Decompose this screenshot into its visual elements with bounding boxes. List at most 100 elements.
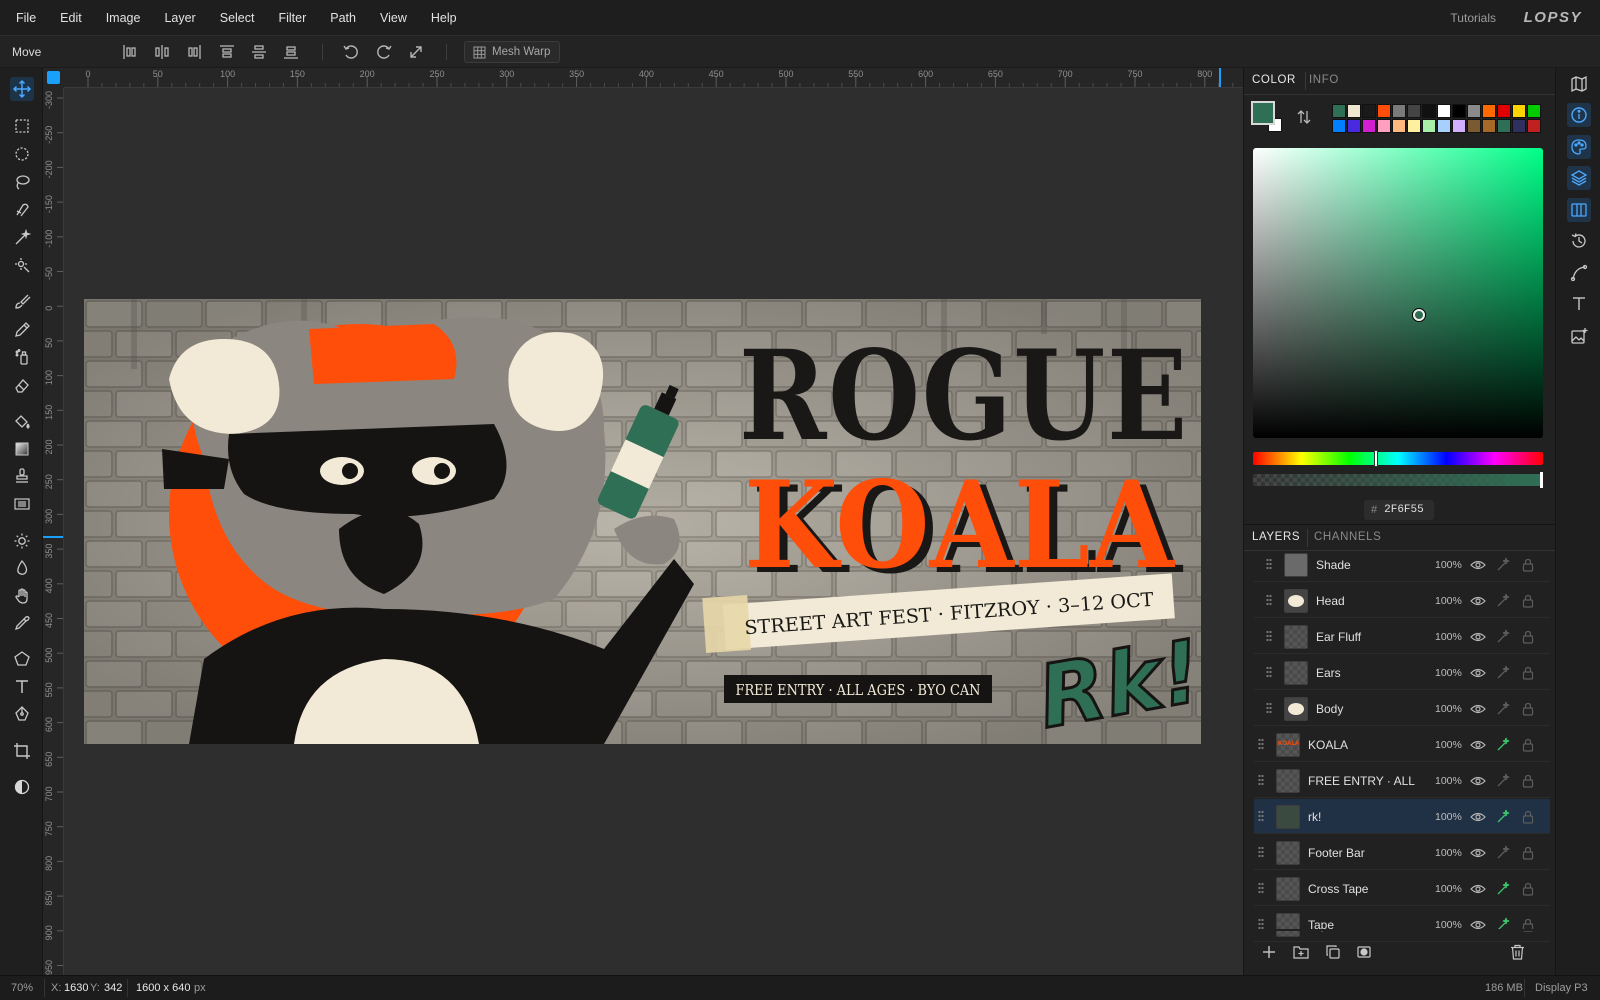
rotate-left-icon[interactable]	[342, 43, 360, 61]
pattern-icon[interactable]	[10, 492, 34, 516]
color-swatch[interactable]	[1497, 119, 1511, 133]
drag-handle-icon[interactable]	[1266, 630, 1272, 643]
effects-icon[interactable]	[1495, 557, 1511, 573]
color-swatch[interactable]	[1347, 119, 1361, 133]
info-icon[interactable]	[1567, 103, 1591, 127]
color-swatch[interactable]	[1392, 119, 1406, 133]
channels-icon[interactable]	[1567, 198, 1591, 222]
drag-handle-icon[interactable]	[1258, 738, 1264, 751]
menu-path[interactable]: Path	[318, 11, 368, 25]
effects-icon[interactable]	[1495, 881, 1511, 897]
foreground-color-swatch[interactable]	[1251, 101, 1275, 125]
hex-input[interactable]: # 2F6F55	[1364, 500, 1434, 520]
hue-slider[interactable]	[1253, 452, 1543, 465]
rotate-right-icon[interactable]	[375, 43, 393, 61]
hand-icon[interactable]	[10, 584, 34, 608]
color-swatch[interactable]	[1362, 119, 1376, 133]
canvas-area[interactable]: ROGUE KOALA KOALA STREET ART FEST · FITZ…	[64, 88, 1243, 975]
effects-icon[interactable]	[1495, 845, 1511, 861]
lock-icon[interactable]	[1520, 557, 1536, 573]
align-right-icon[interactable]	[185, 43, 203, 61]
color-swatch[interactable]	[1452, 104, 1466, 118]
layer-opacity[interactable]: 100%	[1435, 775, 1462, 787]
color-swatch[interactable]	[1332, 119, 1346, 133]
color-swatch[interactable]	[1422, 119, 1436, 133]
layer-row[interactable]: Body 100%	[1254, 691, 1550, 726]
duplicate-icon[interactable]	[1323, 942, 1343, 962]
effects-icon[interactable]	[1495, 593, 1511, 609]
delete-layer-icon[interactable]	[1507, 942, 1527, 962]
drag-handle-icon[interactable]	[1258, 882, 1264, 895]
crop-icon[interactable]	[10, 739, 34, 763]
menu-filter[interactable]: Filter	[266, 11, 318, 25]
effects-icon[interactable]	[1495, 737, 1511, 753]
vertical-ruler[interactable]: -300 -250 -200 -150 -100 -50 0 50 100 150 200 250 30…	[43, 88, 64, 975]
eraser-icon[interactable]	[10, 373, 34, 397]
artboard[interactable]: ROGUE KOALA KOALA STREET ART FEST · FITZ…	[84, 299, 1201, 744]
lock-icon[interactable]	[1520, 773, 1536, 789]
tutorials-link[interactable]: Tutorials	[1450, 11, 1496, 25]
menu-image[interactable]: Image	[94, 11, 153, 25]
layer-row[interactable]: FREE ENTRY · ALL 100%	[1254, 763, 1550, 798]
pen-icon[interactable]	[10, 702, 34, 726]
image-plus-icon[interactable]	[1567, 324, 1591, 348]
effects-icon[interactable]	[1495, 701, 1511, 717]
history-icon[interactable]	[1567, 229, 1591, 253]
lock-icon[interactable]	[1520, 737, 1536, 753]
add-layer-icon[interactable]	[1259, 942, 1279, 962]
visibility-eye-icon[interactable]	[1470, 701, 1486, 717]
color-swatch[interactable]	[1347, 104, 1361, 118]
mesh-warp-button[interactable]: Mesh Warp	[464, 41, 561, 63]
curve-icon[interactable]	[1567, 261, 1591, 285]
palette-icon[interactable]	[1567, 135, 1591, 159]
lock-icon[interactable]	[1520, 629, 1536, 645]
color-swatch[interactable]	[1332, 104, 1346, 118]
map-icon[interactable]	[1567, 72, 1591, 96]
color-swatch[interactable]	[1512, 104, 1526, 118]
tab-channels[interactable]: CHANNELS	[1314, 531, 1381, 543]
alpha-slider[interactable]	[1253, 474, 1543, 486]
spray-icon[interactable]	[10, 345, 34, 369]
drag-handle-icon[interactable]	[1258, 810, 1264, 823]
lock-icon[interactable]	[1520, 593, 1536, 609]
lock-icon[interactable]	[1520, 881, 1536, 897]
tab-color[interactable]: COLOR	[1252, 74, 1296, 86]
layer-row[interactable]: Ear Fluff 100%	[1254, 619, 1550, 654]
menu-layer[interactable]: Layer	[152, 11, 207, 25]
gradient-icon[interactable]	[10, 437, 34, 461]
polygon-icon[interactable]	[10, 647, 34, 671]
layer-opacity[interactable]: 100%	[1435, 883, 1462, 895]
visibility-eye-icon[interactable]	[1470, 593, 1486, 609]
color-swatch[interactable]	[1407, 104, 1421, 118]
magnetic-lasso-icon[interactable]	[10, 198, 34, 222]
visibility-eye-icon[interactable]	[1470, 557, 1486, 573]
move-tool-icon[interactable]	[10, 77, 34, 101]
lock-icon[interactable]	[1520, 701, 1536, 717]
brush-icon[interactable]	[10, 290, 34, 314]
layer-row[interactable]: Cross Tape 100%	[1254, 871, 1550, 906]
layer-opacity[interactable]: 100%	[1435, 811, 1462, 823]
align-top-icon[interactable]	[218, 43, 236, 61]
text-panel-icon[interactable]	[1567, 292, 1591, 316]
color-swatch[interactable]	[1527, 104, 1541, 118]
color-swatch[interactable]	[1467, 104, 1481, 118]
swap-colors-icon[interactable]	[1296, 109, 1312, 125]
new-group-icon[interactable]	[1291, 942, 1311, 962]
tab-info[interactable]: INFO	[1309, 74, 1339, 86]
visibility-eye-icon[interactable]	[1470, 773, 1486, 789]
layer-row[interactable]: Footer Bar 100%	[1254, 835, 1550, 870]
effects-icon[interactable]	[1495, 773, 1511, 789]
lasso-icon[interactable]	[10, 170, 34, 194]
blur-drop-icon[interactable]	[10, 556, 34, 580]
layer-row[interactable]: Shade 100%	[1254, 547, 1550, 582]
color-swatch[interactable]	[1452, 119, 1466, 133]
color-swatch[interactable]	[1482, 119, 1496, 133]
effects-icon[interactable]	[1495, 665, 1511, 681]
align-left-icon[interactable]	[121, 43, 139, 61]
tab-layers[interactable]: LAYERS	[1252, 531, 1300, 543]
align-center-h-icon[interactable]	[153, 43, 171, 61]
color-swatch[interactable]	[1392, 104, 1406, 118]
layer-row[interactable]: rk! 100%	[1254, 799, 1550, 834]
drag-handle-icon[interactable]	[1266, 594, 1272, 607]
lock-icon[interactable]	[1520, 809, 1536, 825]
